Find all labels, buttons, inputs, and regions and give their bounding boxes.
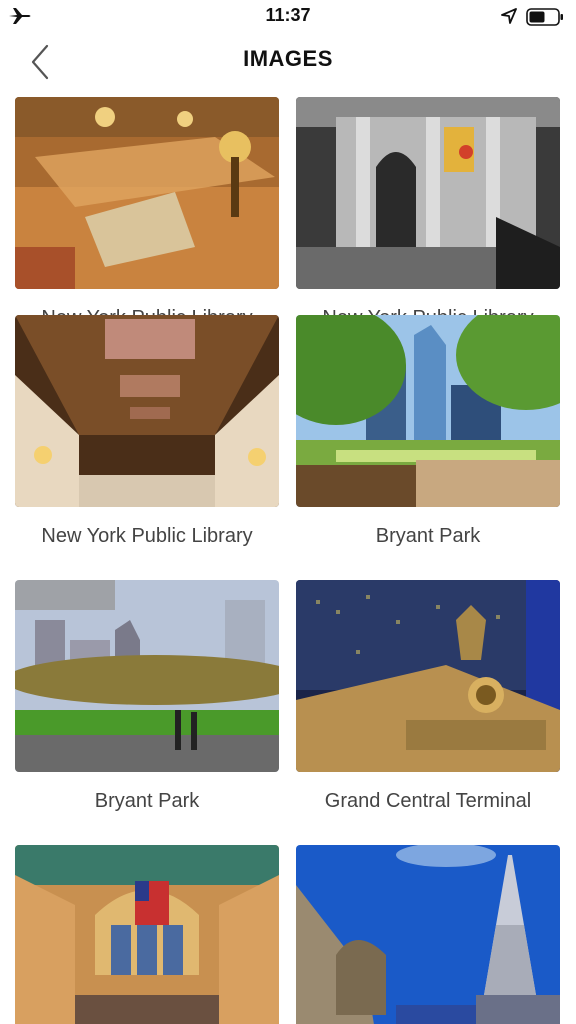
grand-central-facade-photo bbox=[296, 580, 560, 772]
location-arrow-icon bbox=[501, 8, 517, 24]
image-card[interactable]: Bryant Park bbox=[15, 580, 279, 813]
bryant-park-skyline-photo bbox=[296, 315, 560, 507]
page-title: IMAGES bbox=[243, 46, 333, 71]
image-caption: Bryant Park bbox=[94, 790, 200, 812]
bryant-park-lawn-photo bbox=[15, 580, 279, 772]
image-card[interactable]: New York Public Library bbox=[296, 97, 560, 330]
image-grid: New York Public Library New York Public … bbox=[0, 97, 576, 1024]
image-caption: Grand Central Terminal bbox=[324, 790, 532, 812]
chrysler-building-photo bbox=[296, 845, 560, 1024]
status-bar: 11:37 bbox=[0, 0, 576, 34]
image-caption: Bryant Park bbox=[375, 525, 481, 547]
battery-icon bbox=[526, 8, 563, 26]
image-caption: New York Public Library bbox=[41, 525, 253, 547]
image-card[interactable]: Grand Central Terminal bbox=[296, 580, 560, 813]
image-card[interactable]: New York Public Library bbox=[15, 97, 279, 330]
image-card[interactable]: Bryant Park bbox=[296, 315, 560, 548]
status-time: 11:37 bbox=[265, 5, 311, 25]
grand-central-concourse-photo bbox=[15, 845, 279, 1024]
image-card[interactable] bbox=[15, 845, 279, 1024]
library-ceiling-photo bbox=[15, 315, 279, 507]
library-facade-photo bbox=[296, 97, 560, 289]
library-reading-room-photo bbox=[15, 97, 279, 289]
image-card[interactable]: New York Public Library bbox=[15, 315, 279, 548]
image-card[interactable] bbox=[296, 845, 560, 1024]
navigation-bar: IMAGES bbox=[0, 34, 576, 94]
